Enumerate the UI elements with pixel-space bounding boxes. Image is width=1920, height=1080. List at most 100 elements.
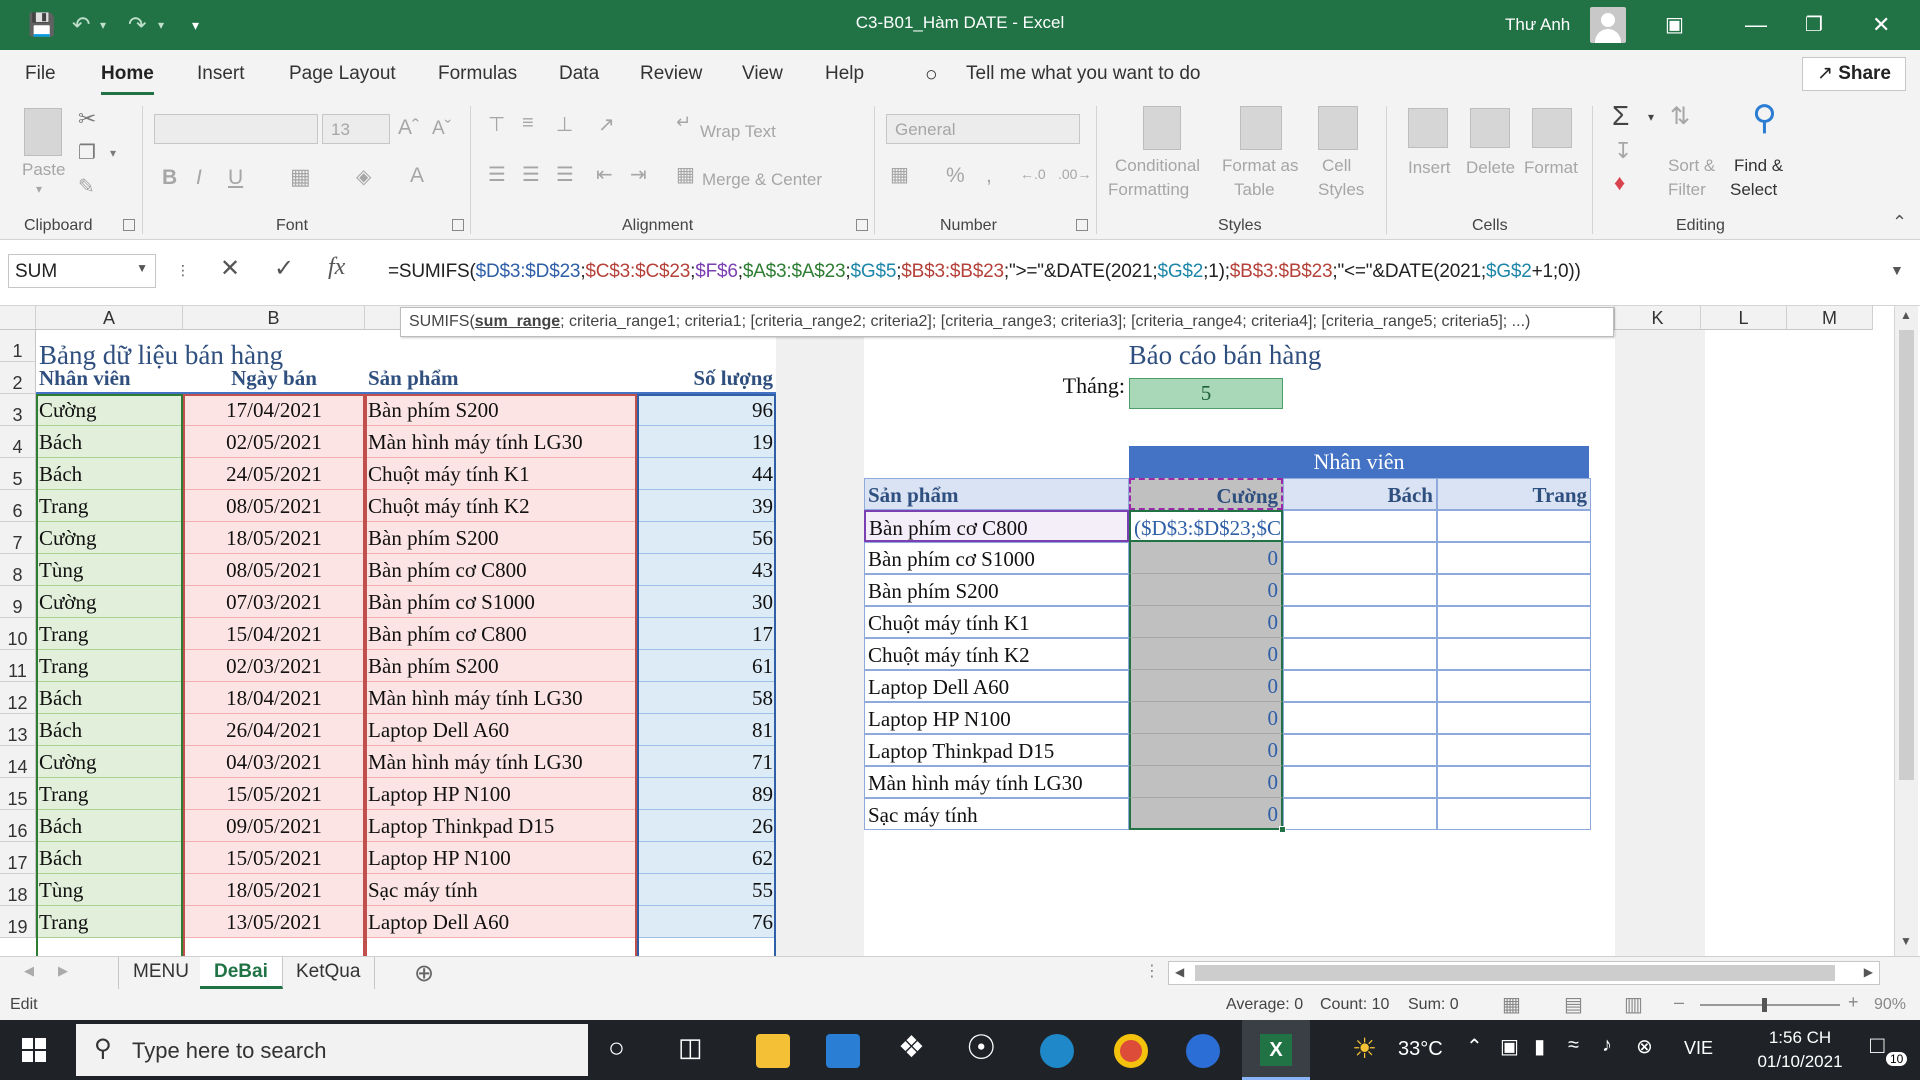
report-value-cell[interactable]: 0 bbox=[1129, 702, 1283, 734]
borders-icon[interactable]: ▦ bbox=[290, 164, 311, 190]
paste-icon[interactable] bbox=[24, 108, 62, 156]
row-header[interactable]: 16 bbox=[0, 810, 36, 842]
insert-cells-label[interactable]: Insert bbox=[1408, 158, 1451, 178]
cell-product[interactable]: Bàn phím S200 bbox=[365, 394, 637, 426]
cell-product[interactable]: Màn hình máy tính LG30 bbox=[365, 682, 637, 714]
windows-start-icon[interactable] bbox=[22, 1038, 46, 1062]
report-product[interactable]: Chuột máy tính K1 bbox=[864, 606, 1129, 638]
status-count[interactable]: Count: 10 bbox=[1320, 996, 1389, 1014]
share-button[interactable]: ↗ Share bbox=[1802, 57, 1906, 91]
cell-quantity[interactable]: 76 bbox=[637, 906, 776, 938]
dropbox-icon[interactable]: ❖ bbox=[898, 1030, 925, 1065]
copy-dropdown-icon[interactable]: ▾ bbox=[110, 146, 116, 160]
conditional-formatting-label-2[interactable]: Formatting bbox=[1108, 180, 1189, 200]
report-value-cell[interactable] bbox=[1283, 702, 1437, 734]
cell-product[interactable]: Bàn phím cơ C800 bbox=[365, 618, 637, 650]
worksheet-grid[interactable]: A B K L M 1 2 3 4 5 6 7 8 9 10 11 12 13 14 15 16 17 18 19 … bbox=[0, 306, 1920, 956]
cell-quantity[interactable]: 44 bbox=[637, 458, 776, 490]
cell-product[interactable]: Sạc máy tính bbox=[365, 874, 637, 906]
report-value-cell[interactable] bbox=[1283, 542, 1437, 574]
row-header[interactable]: 10 bbox=[0, 618, 36, 650]
insert-function-icon[interactable]: fx bbox=[328, 254, 345, 281]
sheet-tab-debai[interactable]: DeBai bbox=[200, 957, 283, 989]
delete-cells-label[interactable]: Delete bbox=[1466, 158, 1515, 178]
report-header-staff[interactable]: Bách bbox=[1283, 478, 1437, 510]
fill-color-icon[interactable]: ◈ bbox=[356, 164, 371, 189]
decrease-indent-icon[interactable]: ⇤ bbox=[596, 162, 613, 187]
select-all-corner[interactable] bbox=[0, 306, 36, 330]
cell-staff[interactable]: Trang bbox=[36, 490, 183, 522]
report-header-staff[interactable]: Trang bbox=[1437, 478, 1591, 510]
cell-product[interactable]: Laptop Dell A60 bbox=[365, 714, 637, 746]
find-select-label-2[interactable]: Select bbox=[1730, 180, 1777, 200]
report-value-cell[interactable] bbox=[1437, 638, 1591, 670]
cell-staff[interactable]: Bách bbox=[36, 714, 183, 746]
sort-filter-icon[interactable]: ⇅ bbox=[1670, 102, 1690, 131]
sheet-tab-menu[interactable]: MENU bbox=[118, 957, 204, 989]
data-header-staff[interactable]: Nhân viên bbox=[36, 362, 183, 394]
fill-icon[interactable]: ↧ bbox=[1614, 138, 1632, 164]
scroll-right-icon[interactable]: ▶ bbox=[1864, 965, 1873, 979]
align-left-icon[interactable]: ☰ bbox=[488, 162, 506, 187]
prev-sheet-icon[interactable]: ◀ bbox=[24, 963, 34, 979]
cell-date[interactable]: 08/05/2021 bbox=[183, 554, 365, 586]
row-header[interactable]: 2 bbox=[0, 362, 36, 394]
page-break-view-icon[interactable]: ▥ bbox=[1624, 992, 1643, 1017]
cell-date[interactable]: 18/04/2021 bbox=[183, 682, 365, 714]
zoom-out-icon[interactable]: – bbox=[1674, 992, 1684, 1013]
report-value-cell[interactable] bbox=[1437, 766, 1591, 798]
month-input[interactable]: 5 bbox=[1129, 378, 1283, 409]
report-product[interactable]: Laptop Thinkpad D15 bbox=[864, 734, 1129, 766]
font-size-combo[interactable]: 13 bbox=[322, 114, 390, 144]
cell-date[interactable]: 04/03/2021 bbox=[183, 746, 365, 778]
cell-date[interactable]: 13/05/2021 bbox=[183, 906, 365, 938]
cell-quantity[interactable]: 30 bbox=[637, 586, 776, 618]
increase-font-icon[interactable]: Aˆ bbox=[398, 116, 419, 140]
merge-center-button[interactable]: Merge & Center bbox=[702, 170, 822, 190]
horizontal-scrollbar[interactable]: ◀ ▶ bbox=[1168, 961, 1880, 985]
tab-formulas[interactable]: Formulas bbox=[438, 63, 517, 85]
normal-view-icon[interactable]: ▦ bbox=[1502, 992, 1521, 1017]
report-value-cell[interactable] bbox=[1437, 510, 1591, 542]
cell-product[interactable]: Bàn phím cơ S1000 bbox=[365, 586, 637, 618]
cell-staff[interactable]: Trang bbox=[36, 906, 183, 938]
align-bottom-icon[interactable]: ⊥ bbox=[556, 112, 573, 137]
cell-quantity[interactable]: 96 bbox=[637, 394, 776, 426]
cell-date[interactable]: 02/03/2021 bbox=[183, 650, 365, 682]
cell-quantity[interactable]: 19 bbox=[637, 426, 776, 458]
report-value-cell[interactable] bbox=[1437, 670, 1591, 702]
cell-quantity[interactable]: 55 bbox=[637, 874, 776, 906]
insert-cells-icon[interactable] bbox=[1408, 108, 1448, 148]
cell-staff[interactable]: Bách bbox=[36, 810, 183, 842]
column-header-b[interactable]: B bbox=[183, 306, 365, 330]
row-header[interactable]: 6 bbox=[0, 490, 36, 522]
cell-styles-label-2[interactable]: Styles bbox=[1318, 180, 1364, 200]
clear-icon[interactable]: ♦ bbox=[1614, 170, 1625, 196]
cell-product[interactable]: Màn hình máy tính LG30 bbox=[365, 746, 637, 778]
cell-product[interactable]: Laptop HP N100 bbox=[365, 842, 637, 874]
cell-quantity[interactable]: 39 bbox=[637, 490, 776, 522]
row-header[interactable]: 5 bbox=[0, 458, 36, 490]
report-value-cell[interactable] bbox=[1283, 606, 1437, 638]
conditional-formatting-icon[interactable] bbox=[1143, 106, 1181, 150]
cell-date[interactable]: 15/04/2021 bbox=[183, 618, 365, 650]
report-product[interactable]: Bàn phím S200 bbox=[864, 574, 1129, 606]
format-as-table-icon[interactable] bbox=[1240, 106, 1282, 150]
cell-quantity[interactable]: 62 bbox=[637, 842, 776, 874]
app-icon[interactable]: ☉ bbox=[966, 1028, 996, 1068]
minimize-icon[interactable]: — bbox=[1745, 12, 1767, 38]
cell-product[interactable]: Laptop Thinkpad D15 bbox=[365, 810, 637, 842]
zoom-slider-thumb[interactable] bbox=[1762, 998, 1767, 1012]
tab-help[interactable]: Help bbox=[825, 63, 864, 85]
editing-cell[interactable]: ($D$3:$D$23;$C bbox=[1129, 510, 1283, 542]
paste-label[interactable]: Paste bbox=[22, 160, 65, 180]
cell-quantity[interactable]: 43 bbox=[637, 554, 776, 586]
cell-date[interactable]: 07/03/2021 bbox=[183, 586, 365, 618]
data-header-quantity[interactable]: Số lượng bbox=[637, 362, 776, 394]
tab-file[interactable]: File bbox=[25, 63, 56, 85]
battery-icon[interactable]: ▮ bbox=[1534, 1034, 1545, 1059]
report-value-cell[interactable]: 0 bbox=[1129, 734, 1283, 766]
scroll-thumb[interactable] bbox=[1899, 330, 1914, 780]
report-product[interactable]: Màn hình máy tính LG30 bbox=[864, 766, 1129, 798]
report-value-cell[interactable]: 0 bbox=[1129, 670, 1283, 702]
